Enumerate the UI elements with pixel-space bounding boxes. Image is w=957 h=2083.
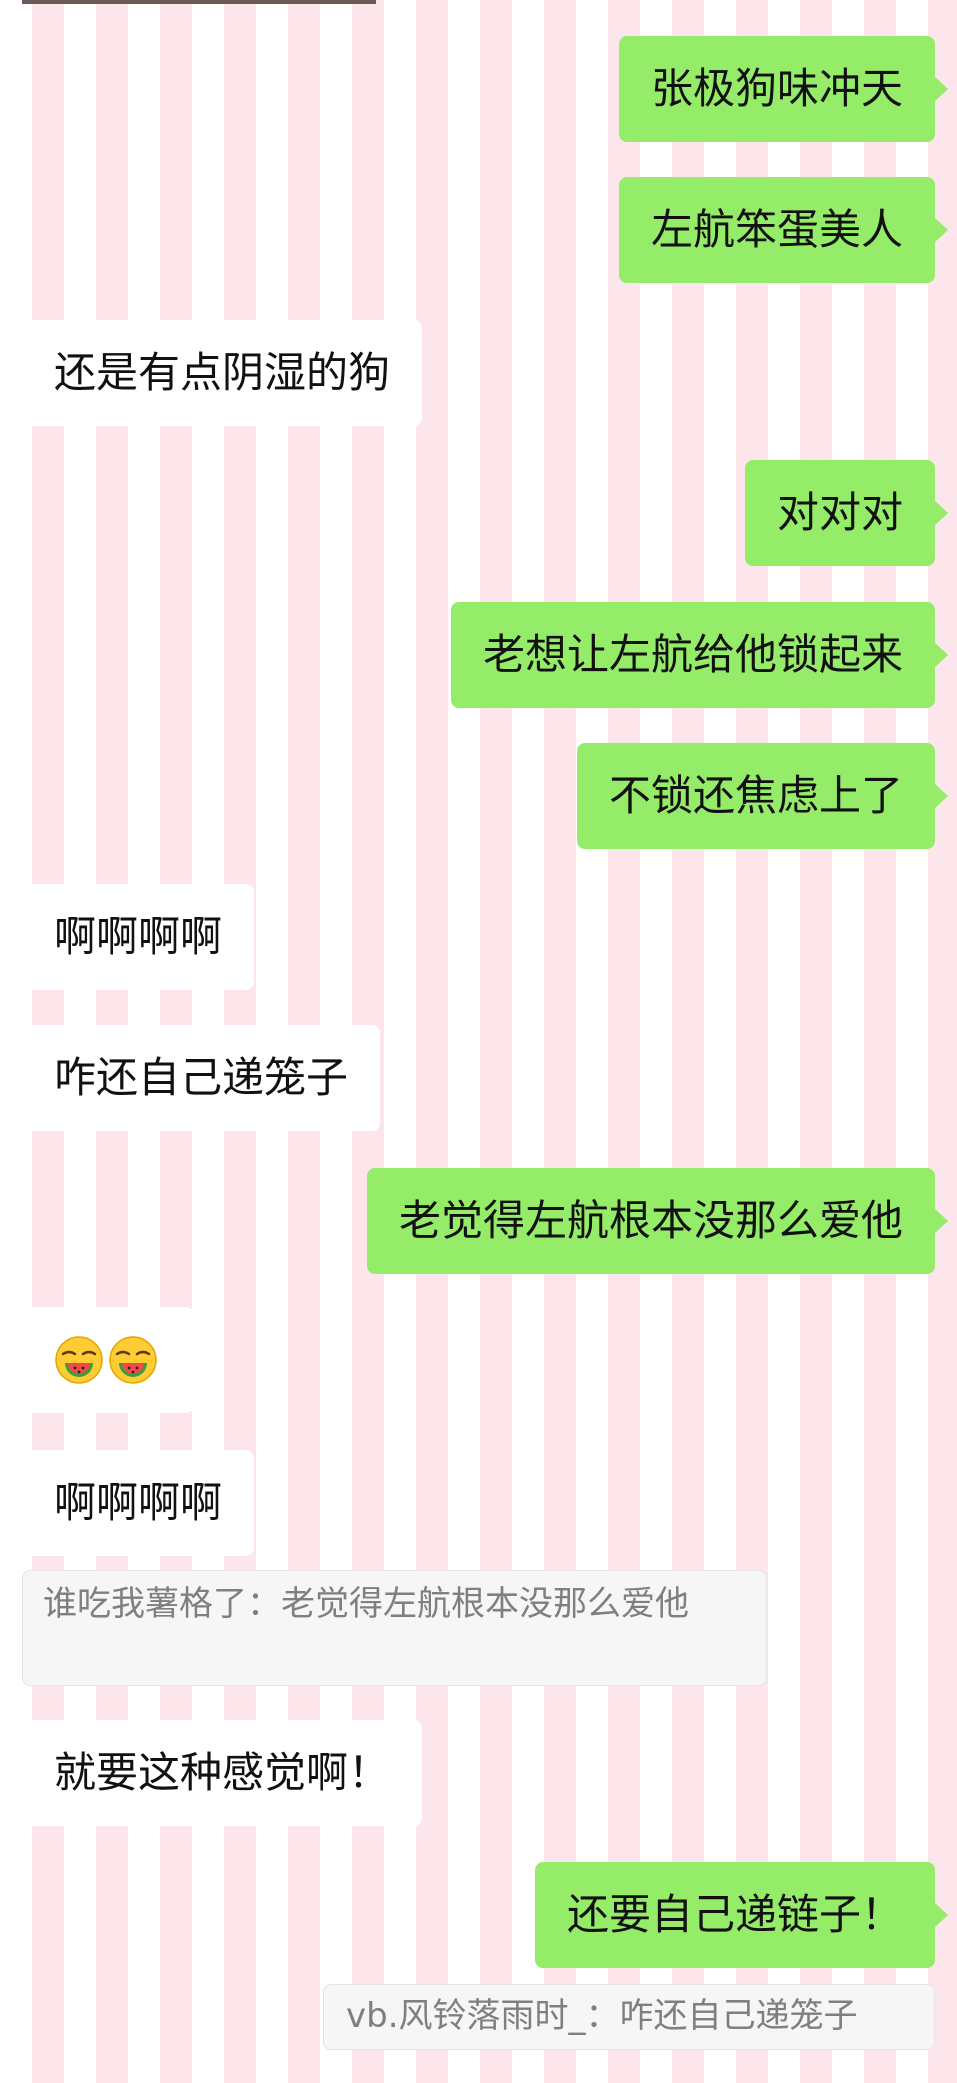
image-message-fragment[interactable] — [22, 0, 376, 4]
message-row: 张极狗味冲天 — [0, 36, 957, 142]
received-message-bubble[interactable]: 啊啊啊啊 — [8, 1450, 255, 1556]
message-text: 对对对 — [776, 488, 903, 537]
received-emoji-bubble[interactable] — [9, 1307, 194, 1413]
message-text: 咋还自己递笼子 — [54, 1053, 349, 1102]
quoted-reply-text: vb.风铃落雨时_：咋还自己递笼子 — [346, 1996, 858, 2036]
sent-message-bubble[interactable]: 张极狗味冲天 — [618, 36, 949, 142]
message-row: 老想让左航给他锁起来 — [0, 602, 957, 708]
message-text: 啊啊啊啊 — [54, 1478, 223, 1527]
message-row: 啊啊啊啊 — [0, 1450, 957, 1556]
quoted-reply-text: 谁吃我薯格了：老觉得左航根本没那么爱他 — [43, 1584, 689, 1624]
message-row: 老觉得左航根本没那么爱他 — [0, 1168, 957, 1274]
message-row: 不锁还焦虑上了 — [0, 743, 957, 849]
quoted-reply[interactable]: 谁吃我薯格了：老觉得左航根本没那么爱他 — [22, 1570, 767, 1686]
message-row: 左航笨蛋美人 — [0, 177, 957, 283]
sent-message-bubble[interactable]: 还要自己递链子！ — [534, 1862, 949, 1968]
message-text: 左航笨蛋美人 — [650, 205, 903, 254]
message-text: 老觉得左航根本没那么爱他 — [398, 1196, 903, 1245]
sent-message-bubble[interactable]: 对对对 — [744, 460, 949, 566]
message-text: 就要这种感觉啊！ — [54, 1748, 391, 1797]
sent-message-bubble[interactable]: 老想让左航给他锁起来 — [450, 602, 949, 708]
message-text: 张极狗味冲天 — [650, 64, 903, 113]
sent-message-bubble[interactable]: 老觉得左航根本没那么爱他 — [366, 1168, 949, 1274]
message-text: 还要自己递链子！ — [566, 1890, 903, 1939]
message-text: 不锁还焦虑上了 — [608, 771, 903, 820]
message-text: 老想让左航给他锁起来 — [482, 630, 903, 679]
message-row: 还要自己递链子！ — [0, 1862, 957, 1968]
quoted-reply[interactable]: vb.风铃落雨时_：咋还自己递笼子 — [323, 1984, 935, 2050]
message-text: 啊啊啊啊 — [54, 912, 223, 961]
message-row: 啊啊啊啊 — [0, 884, 957, 990]
watermelon-face-emoji — [109, 1336, 157, 1384]
message-row: 对对对 — [0, 460, 957, 566]
received-message-bubble[interactable]: 咋还自己递笼子 — [8, 1025, 381, 1131]
received-message-bubble[interactable]: 啊啊啊啊 — [8, 884, 255, 990]
message-row: 咋还自己递笼子 — [0, 1025, 957, 1131]
watermelon-face-emoji — [55, 1336, 103, 1384]
message-text: 还是有点阴湿的狗 — [54, 348, 391, 397]
received-message-bubble[interactable]: 还是有点阴湿的狗 — [8, 320, 423, 426]
message-row: 就要这种感觉啊！ — [0, 1720, 957, 1826]
sent-message-bubble[interactable]: 不锁还焦虑上了 — [576, 743, 949, 849]
received-message-bubble[interactable]: 就要这种感觉啊！ — [8, 1720, 423, 1826]
message-row — [0, 1307, 957, 1413]
sent-message-bubble[interactable]: 左航笨蛋美人 — [618, 177, 949, 283]
message-row: 还是有点阴湿的狗 — [0, 320, 957, 426]
